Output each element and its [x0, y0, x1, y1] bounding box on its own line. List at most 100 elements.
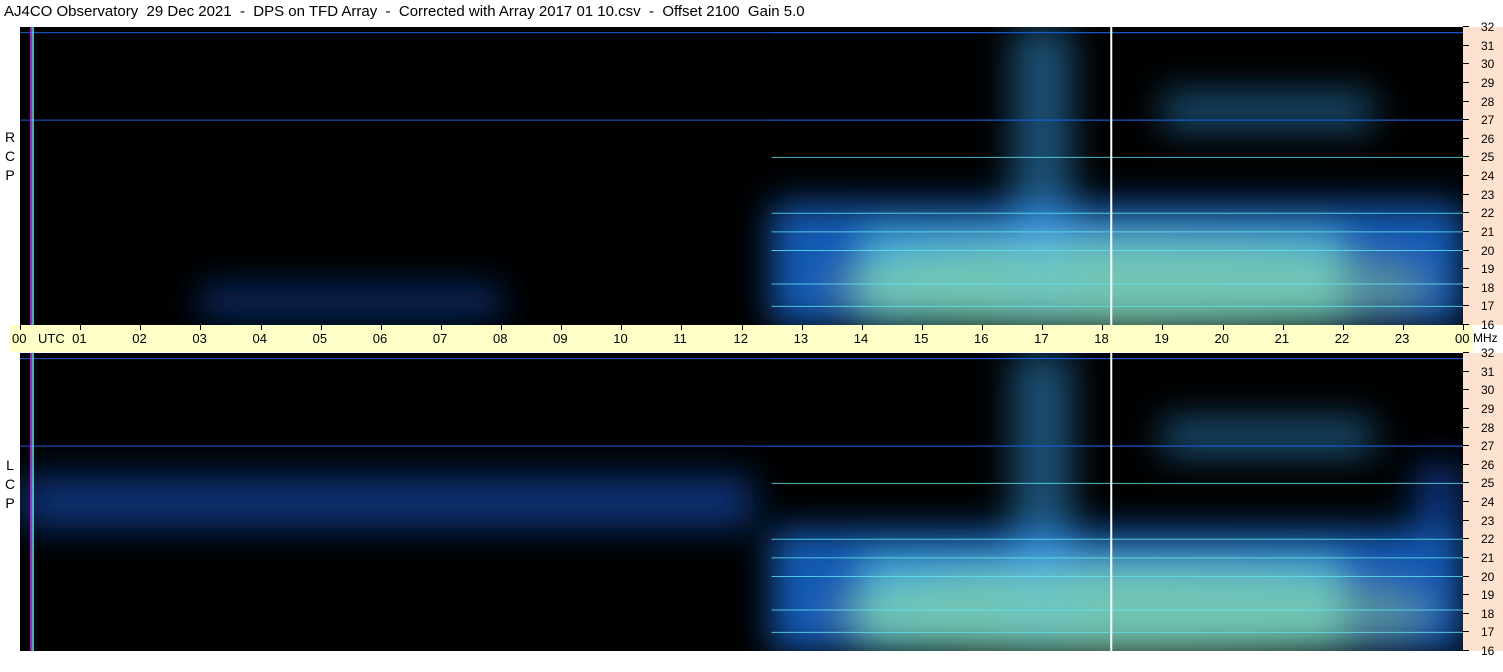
time-tick-label: 10: [613, 331, 628, 346]
frequency-tick: 18: [1463, 607, 1503, 621]
frequency-tick: 27: [1463, 113, 1503, 127]
frequency-tick-label: 25: [1481, 150, 1495, 165]
tick-mark: [1463, 389, 1469, 391]
frequency-tick: 23: [1463, 514, 1503, 528]
time-tick-mark: [561, 325, 563, 330]
frequency-tick: 19: [1463, 588, 1503, 602]
frequency-tick-label: 23: [1481, 187, 1495, 202]
tick-mark: [1463, 268, 1469, 270]
time-tick-mark: [982, 325, 983, 330]
frequency-tick: 31: [1463, 39, 1503, 53]
frequency-tick: 24: [1463, 495, 1503, 509]
time-tick-mark: [80, 325, 82, 330]
rcp-heatmap-svg: [20, 27, 1463, 325]
time-tick-mark: [921, 325, 923, 330]
frequency-tick: 27: [1463, 439, 1503, 453]
time-tick-label: 00: [1455, 331, 1470, 346]
time-tick-mark: [260, 325, 262, 330]
tick-mark: [1463, 305, 1469, 307]
frequency-tick-label: 21: [1481, 224, 1495, 239]
frequency-tick: 22: [1463, 206, 1503, 220]
frequency-tick-label: 18: [1481, 280, 1495, 295]
emission-region: [200, 287, 501, 316]
time-tick-label: 00: [12, 331, 27, 346]
emission-region: [1162, 418, 1373, 456]
utc-label: UTC: [38, 331, 65, 346]
time-tick-label: 15: [913, 331, 929, 346]
frequency-tick-label: 20: [1481, 569, 1495, 584]
rcp-label-letter: C: [4, 148, 16, 164]
rcp-label-letter: P: [5, 167, 15, 183]
frequency-tick-label: 16: [1481, 318, 1495, 332]
frequency-tick-label: 18: [1481, 606, 1495, 621]
lcp-spectrogram: [20, 353, 1463, 651]
time-tick-label: 18: [1094, 331, 1109, 346]
tick-mark: [1463, 249, 1469, 251]
frequency-tick: 22: [1463, 532, 1503, 546]
tick-mark: [1463, 407, 1469, 409]
time-tick-label: 17: [1034, 331, 1049, 346]
frequency-tick: 24: [1463, 169, 1503, 183]
frequency-tick-label: 27: [1481, 439, 1495, 454]
tick-mark: [1463, 594, 1469, 596]
tick-mark: [1463, 156, 1469, 158]
time-tick-label: 08: [493, 331, 508, 346]
tick-mark: [1463, 81, 1469, 83]
tick-mark: [1463, 426, 1469, 428]
time-tick-mark: [621, 325, 623, 330]
time-tick-mark: [1042, 325, 1044, 330]
emission-region: [20, 475, 754, 529]
frequency-tick-label: 27: [1481, 113, 1495, 128]
frequency-tick: 32: [1463, 346, 1503, 360]
frequency-tick: 17: [1463, 299, 1503, 313]
tick-mark: [1463, 44, 1469, 46]
tick-mark: [1463, 650, 1469, 651]
frequency-tick-label: 29: [1481, 75, 1495, 90]
frequency-tick: 16: [1463, 644, 1503, 658]
tick-mark: [1463, 501, 1469, 502]
tick-mark: [1463, 175, 1469, 176]
tick-mark: [1463, 119, 1469, 121]
tick-mark: [1463, 556, 1469, 558]
frequency-tick: 25: [1463, 150, 1503, 164]
lcp-polarization-label: LCP: [2, 456, 18, 513]
time-tick-label: 02: [132, 331, 147, 346]
utc-time-axis: 00 01 02 03 04 05 06 07 08 09 10 11 12 13 14 15 16 17 18 19…: [10, 325, 1498, 352]
lcp-label-letter: L: [6, 457, 14, 473]
lcp-heatmap-svg: [20, 353, 1463, 651]
frequency-tick: 25: [1463, 476, 1503, 490]
frequency-tick: 32: [1463, 20, 1503, 34]
time-tick-mark: [1402, 325, 1404, 330]
tick-mark: [1463, 463, 1469, 465]
tick-mark: [1463, 612, 1469, 614]
time-tick-mark: [1463, 325, 1464, 330]
frequency-tick: 17: [1463, 625, 1503, 639]
frequency-tick-label: 32: [1481, 346, 1495, 360]
time-tick-mark: [320, 325, 322, 330]
time-tick-mark: [1282, 325, 1284, 330]
tick-mark: [1463, 482, 1469, 484]
tick-mark: [1463, 519, 1469, 521]
frequency-tick-label: 22: [1481, 206, 1495, 221]
chart-title: AJ4CO Observatory 29 Dec 2021 - DPS on T…: [4, 3, 805, 20]
rcp-frequency-axis: 32 31 30 29 28 27 26 25 24 23 22 21 20 19 18 17 16: [1463, 20, 1503, 332]
frequency-tick-label: 29: [1481, 401, 1495, 416]
time-tick-label: 12: [733, 331, 748, 346]
time-tick-mark: [140, 325, 142, 330]
time-tick-label: 07: [432, 331, 448, 346]
tick-mark: [1463, 26, 1469, 27]
frequency-tick-label: 25: [1481, 476, 1495, 491]
time-tick-mark: [861, 325, 863, 330]
frequency-tick-label: 32: [1481, 20, 1495, 34]
tick-mark: [1463, 193, 1469, 195]
mhz-unit-label: MHz: [1473, 331, 1498, 345]
time-tick-mark: [380, 325, 382, 330]
tick-mark: [1463, 352, 1469, 353]
frequency-tick-label: 21: [1481, 550, 1495, 565]
frequency-tick: 31: [1463, 365, 1503, 379]
frequency-tick: 26: [1463, 458, 1503, 472]
time-tick-label: 13: [793, 331, 809, 346]
time-tick-mark: [501, 325, 502, 330]
time-tick-label: 06: [372, 331, 388, 346]
time-tick-mark: [20, 325, 21, 330]
